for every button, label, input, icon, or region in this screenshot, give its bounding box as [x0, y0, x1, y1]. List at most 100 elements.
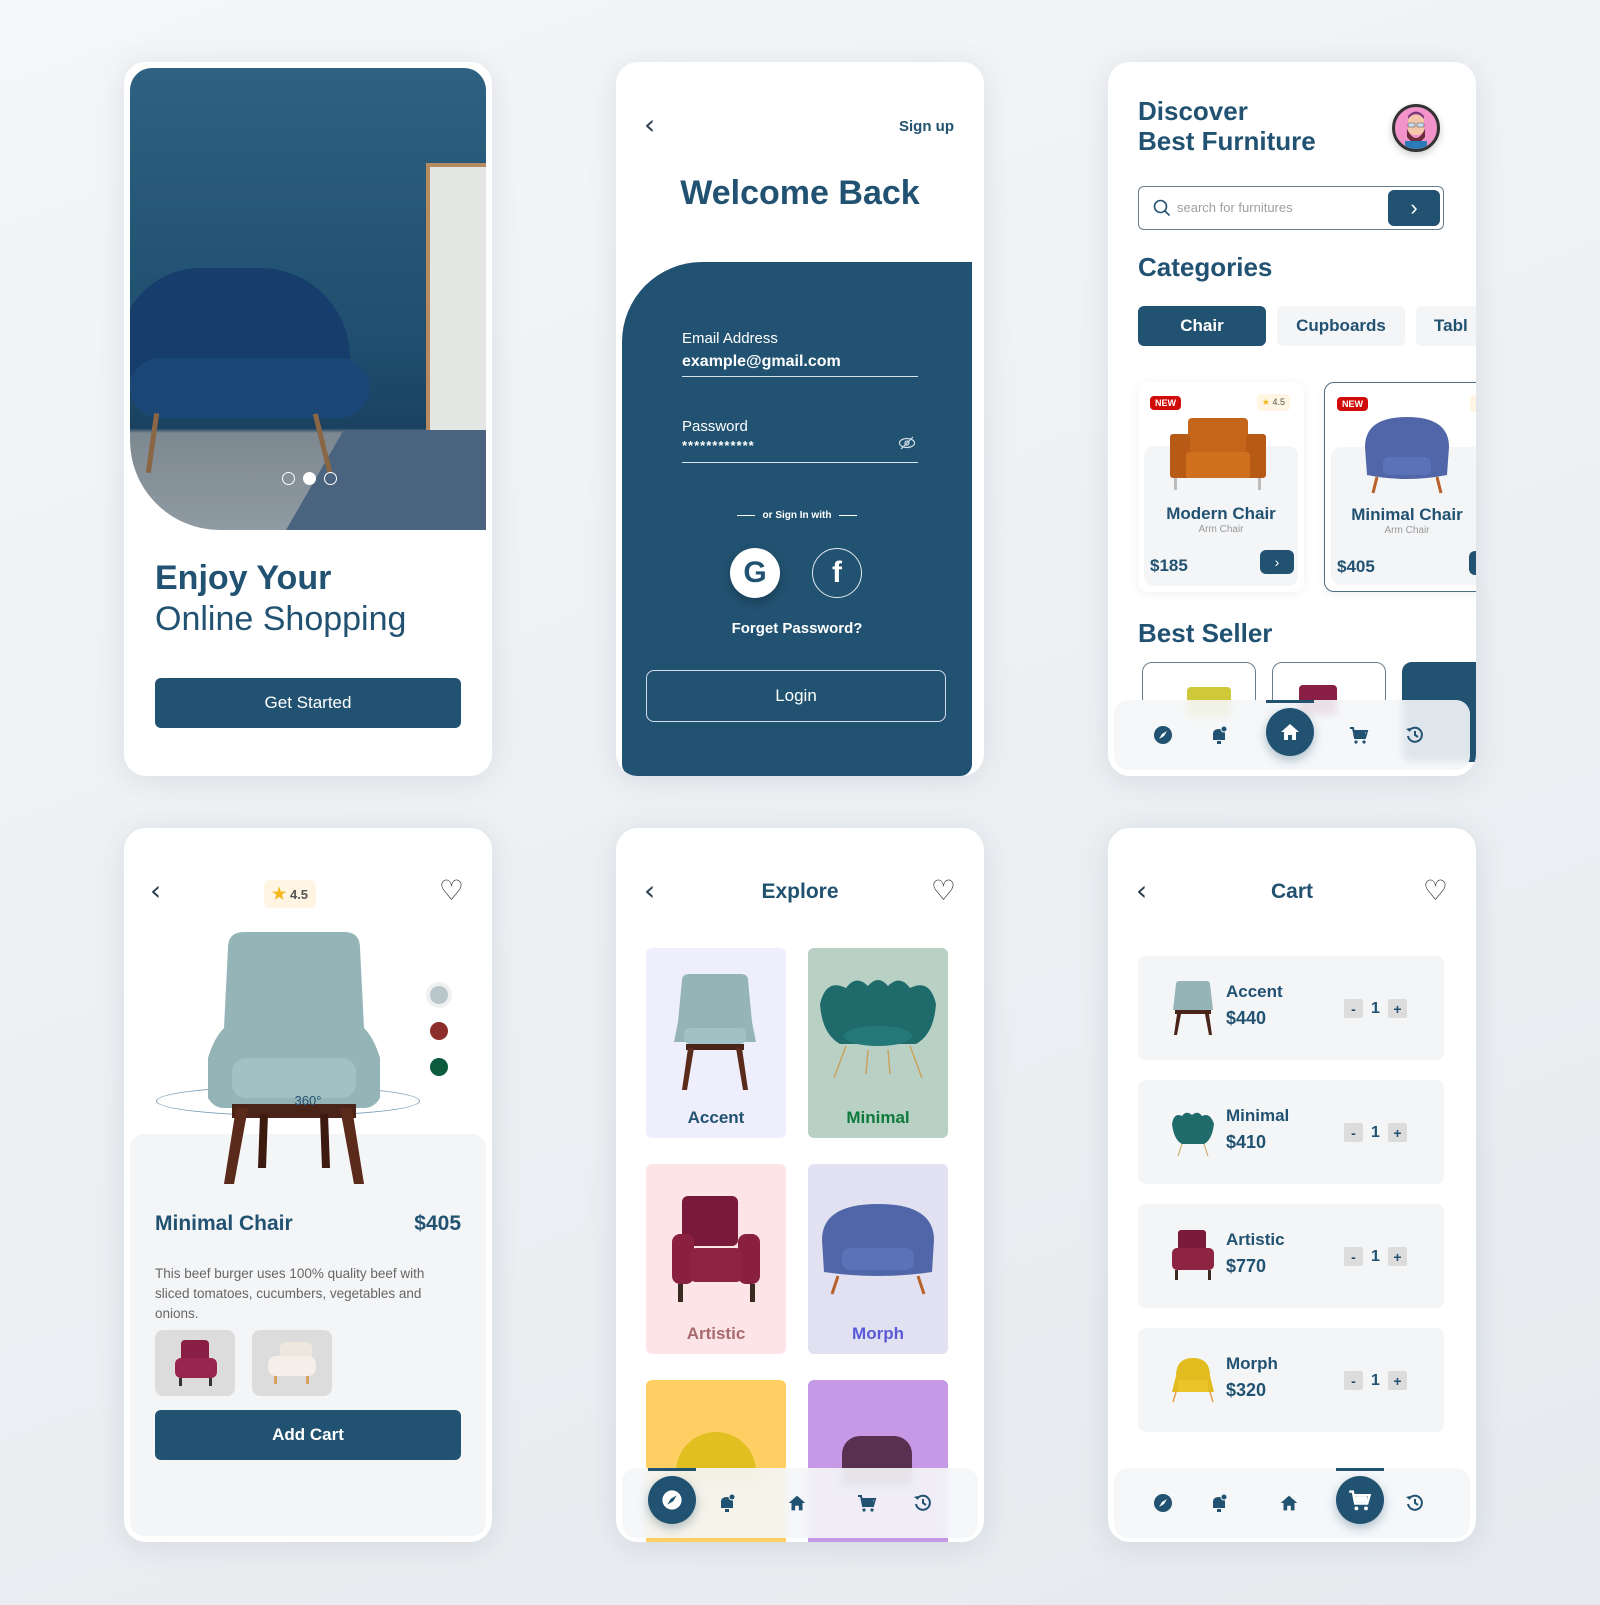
cart-item: Minimal $410 - 1 + [1138, 1080, 1444, 1184]
quantity-stepper: - 1 + [1344, 999, 1407, 1018]
minimal-chair-image [820, 980, 936, 1079]
facebook-sign-in-button[interactable]: f [812, 548, 862, 598]
back-chevron-icon[interactable]: ‹ [150, 874, 161, 907]
eye-off-icon[interactable] [898, 436, 916, 453]
increase-quantity-button[interactable]: + [1387, 1247, 1407, 1266]
product-detail-screen: ‹ ★ 4.5 ♡ 360° Minimal Chair $405 This b… [124, 828, 492, 1542]
home-title: Discover Best Furniture [1138, 96, 1316, 156]
get-started-button[interactable]: Get Started [155, 678, 461, 728]
carousel-dot[interactable] [324, 472, 337, 485]
onboarding-title-bold: Enjoy Your [155, 559, 332, 597]
chevron-right-icon: › [1410, 195, 1418, 220]
nav-active-indicator [1336, 1468, 1384, 1471]
divider-line [736, 515, 755, 516]
carousel-dot[interactable] [282, 472, 295, 485]
decrease-quantity-button[interactable]: - [1344, 1123, 1363, 1142]
cart-item: Morph $320 - 1 + [1138, 1328, 1444, 1432]
facebook-icon: f [832, 556, 842, 589]
email-field[interactable]: example@gmail.com [682, 353, 841, 371]
accent-chair-thumbnail [1173, 981, 1213, 1035]
home-nav-button[interactable] [1266, 708, 1314, 756]
carousel-dot-active[interactable] [303, 472, 316, 485]
notification-bell-icon[interactable] [712, 1488, 742, 1518]
product-open-button[interactable]: › [1469, 551, 1476, 575]
user-avatar[interactable] [1392, 104, 1440, 152]
home-title-line1: Discover [1138, 96, 1248, 126]
category-tile-accent[interactable]: Accent [646, 948, 786, 1138]
cart-icon[interactable] [852, 1488, 882, 1518]
search-submit-button[interactable]: › [1388, 190, 1440, 226]
password-field[interactable]: ************ [682, 438, 755, 453]
product-subtitle: Arm Chair [1384, 525, 1430, 536]
category-tile-morph[interactable]: Morph [808, 1164, 948, 1354]
favorite-heart-icon[interactable]: ♡ [931, 874, 956, 907]
back-chevron-icon[interactable]: ‹ [644, 108, 655, 141]
decrease-quantity-button[interactable]: - [1344, 1371, 1363, 1390]
maroon-armchair-image [175, 1340, 217, 1386]
add-cart-button[interactable]: Add Cart [155, 1410, 461, 1460]
explore-icon[interactable] [1148, 720, 1178, 750]
search-input[interactable]: search for furnitures [1177, 200, 1293, 215]
product-open-button[interactable]: › [1260, 550, 1294, 574]
favorite-heart-icon[interactable]: ♡ [439, 874, 464, 907]
product-card[interactable]: NEW ★ 4.5 Modern Chair Arm Chair $185 › [1138, 382, 1304, 592]
password-label: Password [682, 418, 748, 435]
increase-quantity-button[interactable]: + [1387, 1123, 1407, 1142]
home-icon[interactable] [782, 1488, 812, 1518]
color-swatch-grey[interactable] [430, 986, 448, 1004]
notification-bell-icon[interactable] [1204, 1488, 1234, 1518]
cart-icon[interactable] [1344, 720, 1374, 750]
category-chip-tables[interactable]: Tabl [1416, 306, 1476, 346]
search-bar[interactable]: search for furnitures › [1138, 186, 1444, 230]
history-icon[interactable] [908, 1488, 938, 1518]
sign-up-link[interactable]: Sign up [899, 118, 954, 135]
product-title: Minimal Chair [155, 1212, 293, 1235]
quantity-value: 1 [1371, 999, 1380, 1017]
quantity-stepper: - 1 + [1344, 1123, 1407, 1142]
variant-thumbnail-cream[interactable] [252, 1330, 332, 1396]
decrease-quantity-button[interactable]: - [1344, 999, 1363, 1018]
history-icon[interactable] [1400, 1488, 1430, 1518]
product-price: $405 [414, 1212, 461, 1235]
category-tile-artistic[interactable]: Artistic [646, 1164, 786, 1354]
color-swatch-red[interactable] [430, 1022, 448, 1040]
explore-icon[interactable] [1148, 1488, 1178, 1518]
decrease-quantity-button[interactable]: - [1344, 1247, 1363, 1266]
email-label: Email Address [682, 330, 778, 347]
carousel-dots [282, 472, 337, 485]
favorite-heart-icon[interactable]: ♡ [1423, 874, 1448, 907]
cart-title: Cart [1270, 880, 1313, 903]
color-swatch-green[interactable] [430, 1058, 448, 1076]
quantity-stepper: - 1 + [1344, 1247, 1407, 1266]
product-card[interactable]: NEW ★ 4.5 Minimal Chair Arm Chair $405 › [1324, 382, 1476, 592]
star-icon: ★ [1261, 397, 1270, 407]
morph-chair-image [822, 1204, 934, 1295]
chevron-right-icon: › [1274, 554, 1280, 570]
notification-bell-icon[interactable] [1204, 720, 1234, 750]
history-icon[interactable] [1400, 720, 1430, 750]
login-form-panel: Email Address example@gmail.com Password… [622, 262, 972, 776]
tile-label: Accent [687, 1108, 745, 1127]
product-name: Modern Chair [1166, 504, 1276, 523]
category-tile-minimal[interactable]: Minimal [808, 948, 948, 1138]
tile-label: Minimal [846, 1108, 910, 1127]
category-chip-chair[interactable]: Chair [1138, 306, 1266, 346]
category-chip-cupboards[interactable]: Cupboards [1277, 306, 1405, 346]
explore-nav-button[interactable] [648, 1476, 696, 1524]
rating-badge: ★ 4.5 [1469, 395, 1476, 412]
product-description: This beef burger uses 100% quality beef … [155, 1266, 425, 1321]
forgot-password-link[interactable]: Forget Password? [622, 620, 972, 637]
cart-item: Artistic $770 - 1 + [1138, 1204, 1444, 1308]
cart-item-price: $770 [1226, 1256, 1267, 1276]
sofa-seat [130, 358, 370, 418]
google-sign-in-button[interactable]: G [730, 548, 780, 598]
increase-quantity-button[interactable]: + [1387, 1371, 1407, 1390]
home-icon[interactable] [1274, 1488, 1304, 1518]
login-button[interactable]: Login [646, 670, 946, 722]
cart-item-name: Morph [1226, 1354, 1278, 1373]
accent-chair-image [208, 932, 380, 1184]
quantity-value: 1 [1371, 1123, 1380, 1141]
cart-nav-button[interactable] [1336, 1476, 1384, 1524]
increase-quantity-button[interactable]: + [1387, 999, 1407, 1018]
variant-thumbnail-maroon[interactable] [155, 1330, 235, 1396]
